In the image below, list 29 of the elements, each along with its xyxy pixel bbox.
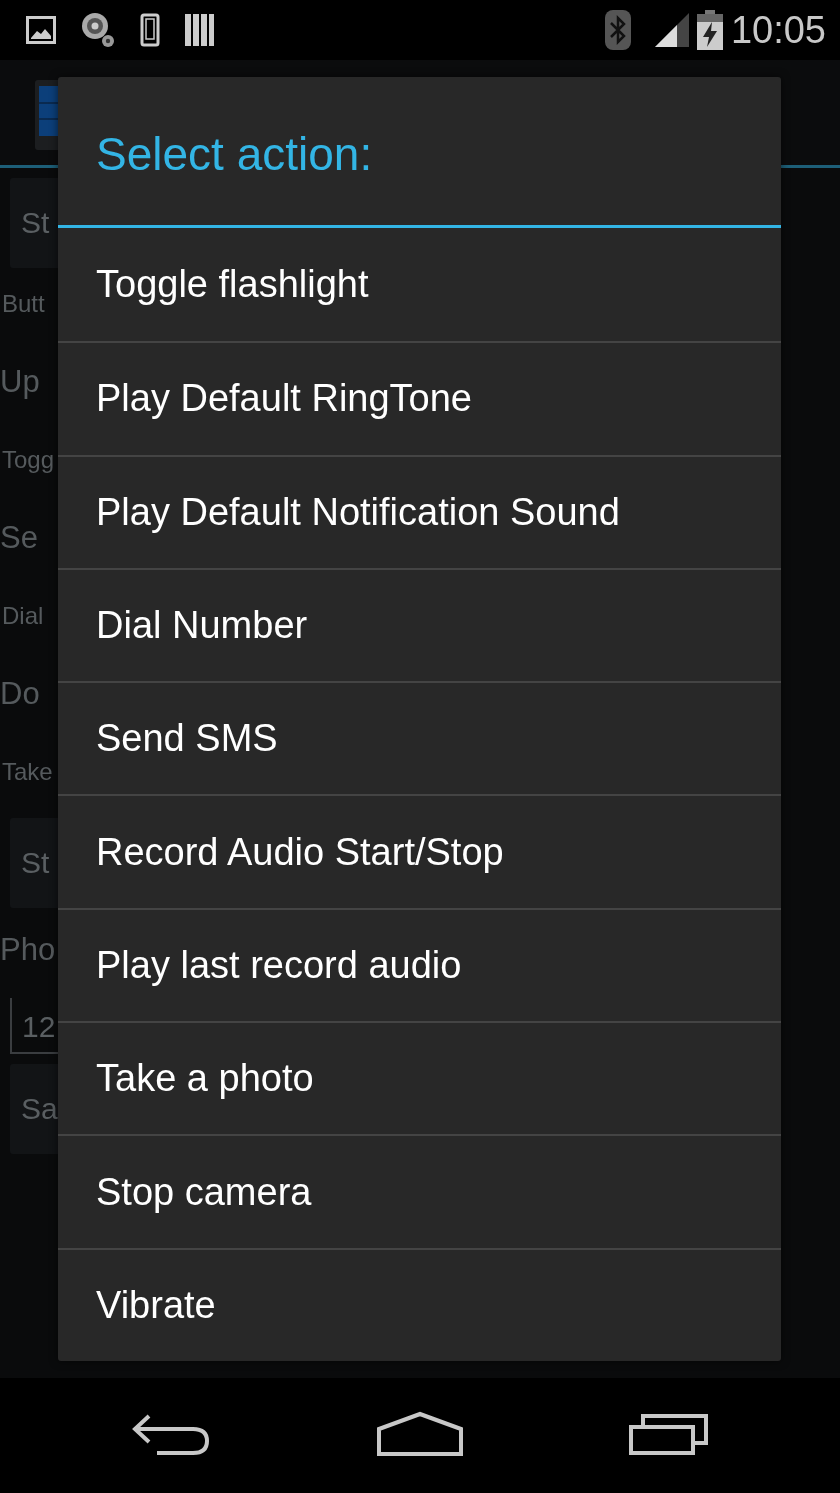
action-item[interactable]: Play last record audio xyxy=(58,907,781,1022)
battery-charging-icon xyxy=(696,10,723,50)
action-item[interactable]: Take a photo xyxy=(58,1021,781,1135)
action-item[interactable]: Play Default Notification Sound xyxy=(58,454,781,568)
bluetooth-icon xyxy=(604,10,631,50)
home-icon[interactable] xyxy=(377,1411,463,1457)
setting-caption: Butt xyxy=(2,289,45,319)
setting-caption: Dial xyxy=(2,601,44,631)
setting-heading: Se xyxy=(0,519,38,557)
action-item[interactable]: Dial Number xyxy=(58,567,781,682)
action-item[interactable]: Record Audio Start/Stop xyxy=(58,794,781,908)
picture-icon xyxy=(26,16,56,44)
dialog-title: Select action: xyxy=(58,77,781,228)
action-item[interactable]: Send SMS xyxy=(58,681,781,795)
recents-icon[interactable] xyxy=(629,1413,709,1455)
bars-icon xyxy=(184,13,214,47)
setting-heading: Up xyxy=(0,363,40,401)
action-item[interactable]: Play Default RingTone xyxy=(58,341,781,455)
setting-caption: Take xyxy=(2,757,53,787)
action-item[interactable]: Vibrate xyxy=(58,1247,781,1361)
action-item[interactable]: Stop camera xyxy=(58,1134,781,1248)
gear-icon xyxy=(80,11,116,49)
setting-heading: Pho xyxy=(0,931,56,969)
setting-caption: Togg xyxy=(2,445,55,475)
phone-icon xyxy=(140,13,160,47)
clock-time: 10:05 xyxy=(730,11,826,49)
signal-icon xyxy=(654,13,689,47)
action-item[interactable]: Toggle flashlight xyxy=(58,228,781,342)
setting-heading: Do xyxy=(0,675,40,713)
